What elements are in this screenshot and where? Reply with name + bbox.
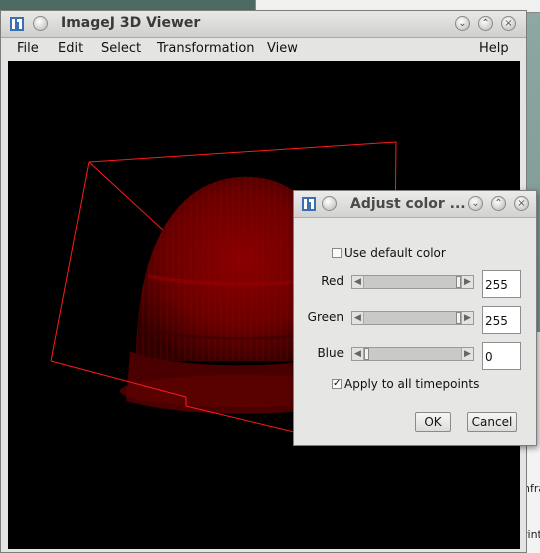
dialog-menu-icon[interactable] <box>322 196 337 211</box>
slider-right-arrow-icon[interactable]: ▶ <box>461 348 473 360</box>
green-value-field[interactable]: 255 <box>482 306 521 334</box>
red-value-field[interactable]: 255 <box>482 270 521 298</box>
menu-view[interactable]: View <box>267 41 298 56</box>
slider-right-arrow-icon[interactable]: ▶ <box>461 276 473 288</box>
red-label: Red <box>321 274 344 288</box>
slider-left-arrow-icon[interactable]: ◀ <box>352 312 364 324</box>
imagej-app-icon <box>10 17 24 31</box>
dialog-titlebar[interactable]: Adjust color ... ⌄ ⌃ × <box>294 191 536 218</box>
menu-transformation[interactable]: Transformation <box>157 41 255 56</box>
menu-edit[interactable]: Edit <box>58 41 83 56</box>
blue-value-field[interactable]: 0 <box>482 342 521 370</box>
close-icon[interactable]: × <box>501 16 516 31</box>
slider-left-arrow-icon[interactable]: ◀ <box>352 276 364 288</box>
apply-all-timepoints-checkbox[interactable]: ✓ Apply to all timepoints <box>332 377 479 391</box>
cancel-button[interactable]: Cancel <box>467 412 517 432</box>
menu-help[interactable]: Help <box>479 41 509 56</box>
use-default-color-checkbox[interactable]: Use default color <box>332 246 446 260</box>
window-menu-icon[interactable] <box>33 16 48 31</box>
checkbox-unchecked-icon[interactable] <box>332 248 342 258</box>
ok-button[interactable]: OK <box>415 412 451 432</box>
slider-right-arrow-icon[interactable]: ▶ <box>461 312 473 324</box>
blue-label: Blue <box>317 346 344 360</box>
menu-file[interactable]: File <box>17 41 39 56</box>
green-label: Green <box>307 310 344 324</box>
minimize-icon[interactable]: ⌄ <box>468 196 483 211</box>
close-icon[interactable]: × <box>514 196 529 211</box>
use-default-color-label: Use default color <box>344 246 446 260</box>
blue-slider-thumb[interactable] <box>364 348 369 360</box>
maximize-icon[interactable]: ⌃ <box>491 196 506 211</box>
menubar: File Edit Select Transformation View Hel… <box>1 38 526 60</box>
dialog-title: Adjust color ... <box>350 196 466 212</box>
apply-all-timepoints-label: Apply to all timepoints <box>344 377 480 391</box>
blue-slider[interactable]: ◀ ▶ <box>351 347 474 361</box>
slider-left-arrow-icon[interactable]: ◀ <box>352 348 364 360</box>
menu-select[interactable]: Select <box>101 41 141 56</box>
red-slider[interactable]: ◀ ▶ <box>351 275 474 289</box>
green-slider[interactable]: ◀ ▶ <box>351 311 474 325</box>
checkbox-checked-icon[interactable]: ✓ <box>332 379 342 389</box>
viewer-titlebar[interactable]: ImageJ 3D Viewer ⌄ ⌃ × <box>1 11 526 38</box>
window-title: ImageJ 3D Viewer <box>61 15 201 31</box>
imagej-app-icon <box>302 197 316 211</box>
minimize-icon[interactable]: ⌄ <box>455 16 470 31</box>
adjust-color-dialog: Adjust color ... ⌄ ⌃ × Use default color… <box>293 190 537 446</box>
maximize-icon[interactable]: ⌃ <box>478 16 493 31</box>
